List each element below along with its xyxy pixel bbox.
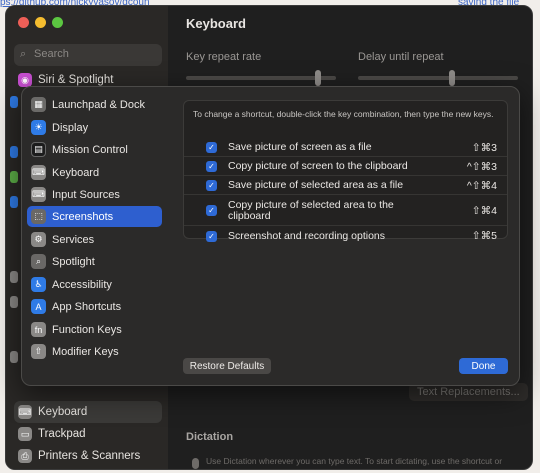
- window-controls: [18, 17, 63, 28]
- shortcut-keys[interactable]: ^⇧⌘4: [467, 180, 497, 192]
- shortcut-row[interactable]: ✓ Save picture of screen as a file ⇧⌘3: [184, 139, 507, 157]
- category-spotlight[interactable]: ⌕ Spotlight: [27, 251, 162, 272]
- sidebar-item-trackpad[interactable]: ▭ Trackpad: [14, 423, 162, 445]
- checkbox[interactable]: ✓: [206, 230, 217, 242]
- done-button[interactable]: Done: [459, 358, 508, 374]
- minimize-button[interactable]: [35, 17, 46, 28]
- dictation-title: Dictation: [186, 431, 234, 443]
- display-icon: ☀: [31, 120, 46, 135]
- shortcut-row[interactable]: ✓ Copy picture of screen to the clipboar…: [184, 158, 507, 176]
- shortcut-instructions: To change a shortcut, double-click the k…: [193, 109, 494, 119]
- sidebar-item-label: Siri & Spotlight: [38, 74, 114, 86]
- category-label: Services: [52, 233, 95, 246]
- category-label: Keyboard: [52, 166, 100, 179]
- restore-defaults-button[interactable]: Restore Defaults: [183, 358, 271, 374]
- siri-icon: ◉: [18, 73, 32, 87]
- shortcut-row[interactable]: ✓ Copy picture of selected area to the c…: [184, 196, 507, 226]
- shortcut-label: Screenshot and recording options: [228, 229, 386, 242]
- shortcut-row[interactable]: ✓ Save picture of selected area as a fil…: [184, 177, 507, 195]
- checkbox[interactable]: ✓: [206, 205, 217, 216]
- category-label: App Shortcuts: [52, 300, 122, 313]
- keyboard-shortcuts-sheet: ▦ Launchpad & Dock ☀ Display ▤ Mission C…: [21, 86, 520, 386]
- key-repeat-label: Key repeat rate: [186, 51, 262, 63]
- sidebar-item-label: Printers & Scanners: [38, 450, 141, 462]
- shortcut-category-list: ▦ Launchpad & Dock ☀ Display ▤ Mission C…: [22, 87, 164, 385]
- checkbox[interactable]: ✓: [206, 180, 217, 191]
- spotlight-icon: ⌕: [31, 254, 46, 269]
- launchpad-icon: ▦: [31, 97, 46, 112]
- search-placeholder: Search: [34, 48, 69, 60]
- microphone-icon: [192, 458, 199, 469]
- checkbox[interactable]: ✓: [206, 142, 217, 153]
- category-function-keys[interactable]: fn Function Keys: [27, 319, 162, 340]
- sidebar-item-label: Trackpad: [38, 428, 86, 440]
- shortcut-label: Copy picture of screen to the clipboard: [228, 160, 408, 172]
- sidebar-icon-partial: [10, 271, 18, 283]
- modifier-keys-icon: ⇧: [31, 344, 46, 359]
- shortcut-keys[interactable]: ⇧⌘5: [472, 230, 497, 242]
- category-label: Input Sources: [52, 188, 120, 201]
- shortcut-label: Save picture of screen as a file: [228, 141, 372, 153]
- printer-icon: ⎙: [18, 449, 32, 463]
- function-keys-icon: fn: [31, 322, 46, 337]
- category-input-sources[interactable]: ⌨ Input Sources: [27, 184, 162, 205]
- delay-repeat-slider[interactable]: [358, 76, 518, 80]
- page-title: Keyboard: [186, 16, 246, 31]
- sidebar-icon-partial: [10, 96, 18, 108]
- category-label: Display: [52, 121, 89, 134]
- sidebar-item-printers[interactable]: ⎙ Printers & Scanners: [14, 445, 162, 467]
- category-app-shortcuts[interactable]: A App Shortcuts: [27, 296, 162, 317]
- category-label: Mission Control: [52, 143, 128, 156]
- shortcut-keys[interactable]: ⇧⌘4: [472, 205, 497, 217]
- shortcut-keys[interactable]: ^⇧⌘3: [467, 161, 497, 173]
- delay-repeat-slider-knob[interactable]: [449, 70, 455, 86]
- shortcut-list-panel: To change a shortcut, double-click the k…: [183, 100, 508, 242]
- key-repeat-slider-knob[interactable]: [315, 70, 321, 86]
- checkbox[interactable]: ✓: [206, 161, 217, 172]
- category-label: Screenshots: [52, 210, 114, 223]
- mission-control-icon: ▤: [31, 142, 46, 157]
- sidebar-icon-partial: [10, 196, 18, 208]
- category-launchpad[interactable]: ▦ Launchpad & Dock: [27, 94, 162, 115]
- search-icon: ⌕: [20, 48, 27, 60]
- accessibility-icon: ♿: [31, 277, 46, 292]
- category-display[interactable]: ☀ Display: [27, 117, 162, 138]
- gear-icon: ⚙: [31, 232, 46, 247]
- sidebar-item-keyboard[interactable]: ⌨ Keyboard: [14, 401, 162, 423]
- close-button[interactable]: [18, 17, 29, 28]
- dictation-description: Use Dictation wherever you can type text…: [206, 456, 503, 469]
- key-repeat-slider[interactable]: [186, 76, 336, 80]
- shortcut-label: Copy picture of selected area to the cli…: [228, 198, 394, 222]
- category-label: Launchpad & Dock: [52, 98, 145, 111]
- search-field[interactable]: ⌕ Search: [14, 44, 162, 66]
- sidebar-icon-partial: [10, 171, 18, 183]
- category-label: Modifier Keys: [52, 345, 119, 358]
- screenshot-icon: ⬚: [31, 209, 46, 224]
- category-screenshots[interactable]: ⬚ Screenshots: [27, 206, 162, 227]
- category-services[interactable]: ⚙ Services: [27, 229, 162, 250]
- shortcut-label: Save picture of selected area as a file: [228, 179, 404, 191]
- sidebar-icon-partial: [10, 146, 18, 158]
- input-sources-icon: ⌨: [31, 187, 46, 202]
- keyboard-icon: ⌨: [18, 405, 32, 419]
- keyboard-icon: ⌨: [31, 165, 46, 180]
- category-mission-control[interactable]: ▤ Mission Control: [27, 139, 162, 160]
- sidebar-icon-partial: [10, 351, 18, 363]
- category-modifier-keys[interactable]: ⇧ Modifier Keys: [27, 341, 162, 362]
- sidebar-icon-partial: [10, 296, 18, 308]
- sidebar-item-label: Keyboard: [38, 406, 88, 418]
- shortcut-keys[interactable]: ⇧⌘3: [472, 142, 497, 154]
- category-label: Spotlight: [52, 255, 95, 268]
- category-keyboard[interactable]: ⌨ Keyboard: [27, 162, 162, 183]
- category-label: Accessibility: [52, 278, 112, 291]
- delay-repeat-label: Delay until repeat: [358, 51, 444, 63]
- trackpad-icon: ▭: [18, 427, 32, 441]
- zoom-button[interactable]: [52, 17, 63, 28]
- category-accessibility[interactable]: ♿ Accessibility: [27, 274, 162, 295]
- shortcut-row[interactable]: ✓ Screenshot and recording options ⇧⌘5: [184, 227, 507, 245]
- app-shortcuts-icon: A: [31, 299, 46, 314]
- category-label: Function Keys: [52, 323, 122, 336]
